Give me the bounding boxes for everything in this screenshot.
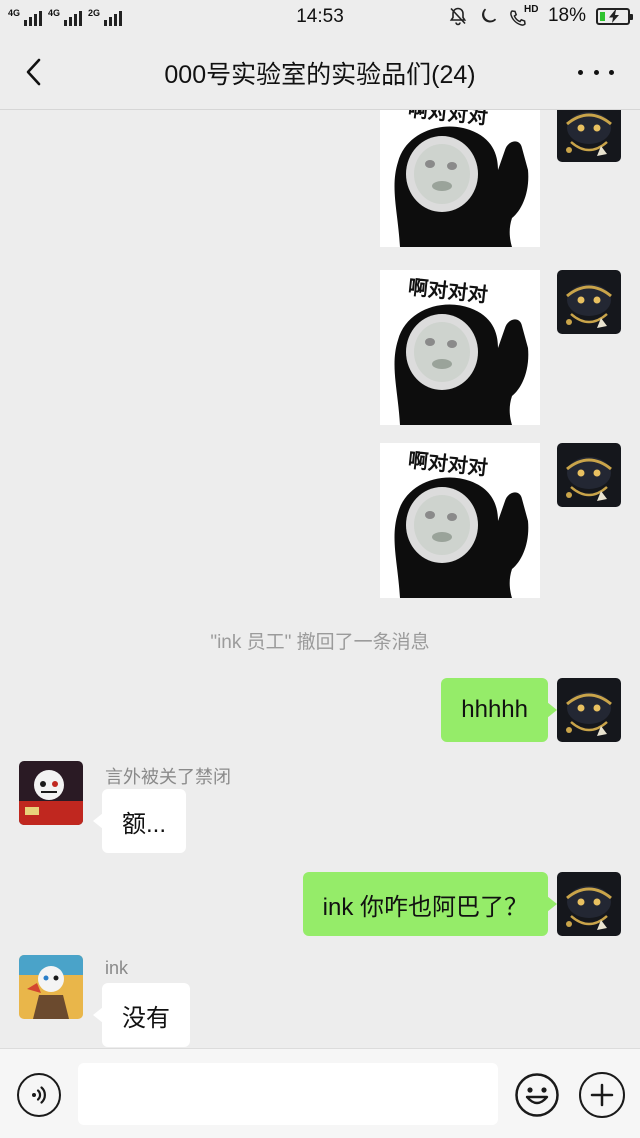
chat-title[interactable]: 000号实验室的实验品们(24) — [0, 55, 640, 91]
my-avatar[interactable] — [557, 872, 621, 936]
sticker-message[interactable]: 啊对对对 — [380, 443, 540, 598]
avatar-image — [557, 872, 621, 936]
emoji-button[interactable] — [514, 1072, 560, 1118]
my-message-bubble[interactable]: hhhhh — [441, 678, 557, 742]
sticker-message[interactable]: 啊对对对 — [380, 270, 540, 425]
chat-header: 000号实验室的实验品们(24) — [0, 34, 640, 110]
contact-avatar[interactable] — [19, 955, 83, 1019]
message-list[interactable]: 啊对对对 啊对对对 啊对对对 "ink 员工" 撤回了一条消息 hhhhh 言外… — [0, 110, 640, 1048]
avatar-image — [557, 270, 621, 334]
voice-button[interactable] — [17, 1073, 61, 1117]
meme-sticker-image: 啊对对对 — [380, 443, 540, 598]
avatar-image — [19, 761, 83, 825]
input-bar — [0, 1048, 640, 1138]
sticker-message[interactable]: 啊对对对 — [380, 110, 540, 247]
meme-sticker-image: 啊对对对 — [380, 270, 540, 425]
contact-message-bubble[interactable]: 额... — [92, 789, 187, 853]
avatar-image — [557, 443, 621, 507]
my-avatar[interactable] — [557, 443, 621, 507]
avatar-image — [19, 955, 83, 1019]
voice-icon — [32, 1086, 46, 1104]
more-functions-button[interactable] — [579, 1072, 625, 1118]
sender-name: 言外被关了禁闭 — [105, 767, 231, 787]
mute-bell-icon — [448, 6, 468, 26]
sender-name: ink — [105, 958, 129, 978]
my-avatar[interactable] — [557, 270, 621, 334]
hd-label: HD — [523, 4, 539, 15]
hd-call-icon: HD — [508, 4, 539, 26]
contact-avatar[interactable] — [19, 761, 83, 825]
my-avatar[interactable] — [557, 110, 621, 162]
avatar-image — [557, 678, 621, 742]
battery-percent: 18% — [547, 5, 586, 26]
recall-notice: "ink 员工" 撤回了一条消息 — [210, 632, 430, 653]
more-dots-icon — [578, 69, 583, 75]
status-bar: 4G 4G 2G 14:53 HD 18% — [0, 0, 640, 34]
message-input[interactable] — [78, 1063, 498, 1125]
emoji-icon — [515, 1073, 559, 1117]
my-message-bubble[interactable]: ink 你咋也阿巴了？ — [302, 872, 558, 936]
moon-icon — [478, 6, 498, 26]
my-avatar[interactable] — [557, 678, 621, 742]
contact-message-bubble[interactable]: 没有 — [93, 983, 190, 1047]
status-icons: HD 18% — [448, 4, 633, 27]
battery-charging-icon — [596, 7, 633, 25]
meme-sticker-image: 啊对对对 — [380, 110, 540, 247]
avatar-image — [557, 110, 621, 162]
plus-icon — [590, 1083, 614, 1107]
more-button[interactable] — [578, 60, 614, 84]
